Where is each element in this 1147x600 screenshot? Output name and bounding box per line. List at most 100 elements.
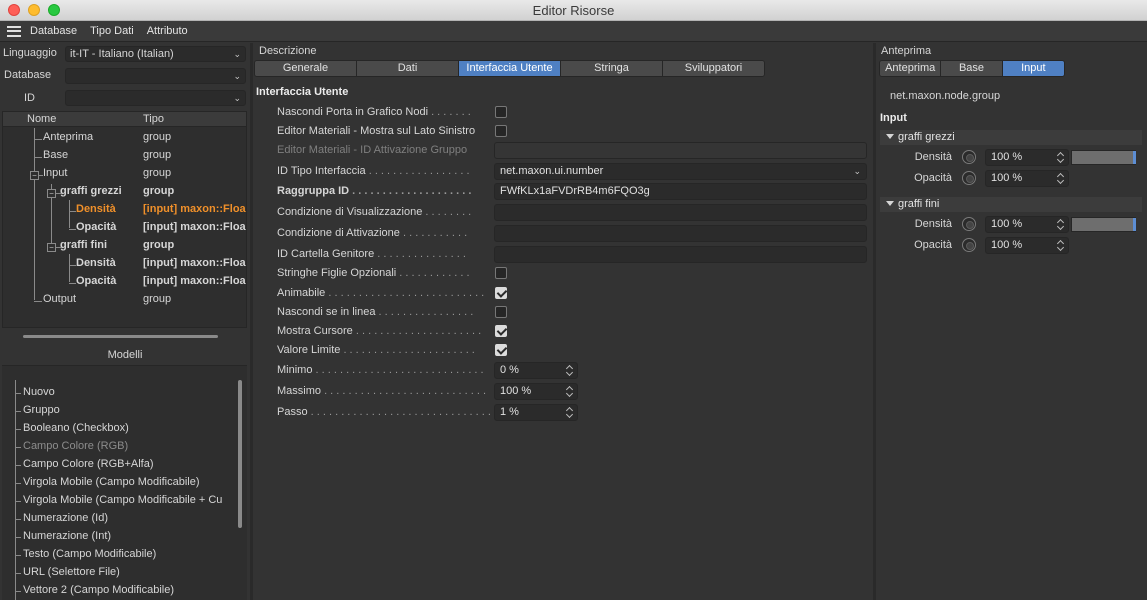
activation-condition-field[interactable] (494, 225, 867, 242)
animatable-checkbox[interactable] (495, 287, 507, 299)
stepper-icon[interactable] (1058, 151, 1065, 164)
slider-knob[interactable] (1133, 218, 1136, 231)
model-item[interactable]: Numerazione (Id) (23, 512, 108, 524)
tab-base[interactable]: Base (941, 61, 1003, 76)
tree-line (15, 380, 16, 600)
tree-line (15, 591, 21, 592)
window-title-bar: Editor Risorse (0, 0, 1147, 21)
tree-row-base[interactable]: Base group (3, 147, 246, 165)
hide-port-checkbox[interactable] (495, 106, 507, 118)
model-item[interactable]: Campo Colore (RGB+Alfa) (23, 458, 154, 470)
tree-row-graffi-grezzi[interactable]: graffi grezzi group (3, 183, 246, 201)
parent-folder-id-field[interactable] (494, 246, 867, 263)
prop-row: Massimo . . . . . . . . . . . . . . . . … (277, 383, 867, 400)
keyframe-toggle-icon[interactable] (962, 150, 976, 164)
show-left-side-checkbox[interactable] (495, 125, 507, 137)
density-field[interactable]: 100 % (985, 216, 1069, 233)
scrollbar-thumb[interactable] (238, 380, 242, 528)
tree-line (15, 465, 21, 466)
tab-dati[interactable]: Dati (357, 61, 459, 76)
slider-fill (1072, 218, 1135, 231)
menu-tipo-dati[interactable]: Tipo Dati (90, 25, 134, 37)
id-select[interactable]: ⌄ (65, 90, 246, 106)
tab-anteprima[interactable]: Anteprima (880, 61, 942, 76)
group-header-graffi-grezzi[interactable]: graffi grezzi (880, 130, 1142, 145)
section-title: Interfaccia Utente (256, 86, 349, 98)
column-header-name[interactable]: Nome (27, 113, 56, 125)
keyframe-toggle-icon[interactable] (962, 238, 976, 252)
group-header-graffi-fini[interactable]: graffi fini (880, 197, 1142, 212)
tab-generale[interactable]: Generale (255, 61, 357, 76)
stepper-icon[interactable] (567, 406, 574, 419)
model-item[interactable]: Booleano (Checkbox) (23, 422, 129, 434)
tab-interfaccia-utente[interactable]: Interfaccia Utente (459, 61, 561, 76)
model-item[interactable]: Vettore 2 (Campo Modificabile) (23, 584, 174, 596)
model-item[interactable]: Numerazione (Int) (23, 530, 111, 542)
visibility-condition-field[interactable] (494, 204, 867, 221)
model-item[interactable]: Campo Colore (RGB) (23, 440, 128, 452)
tree-row-output[interactable]: Output group (3, 291, 246, 309)
maximum-field[interactable]: 100 % (494, 383, 578, 400)
tree-row-opacita[interactable]: Opacità [input] maxon::Floa (3, 219, 246, 237)
tree-line (15, 447, 21, 448)
resource-browser-panel: Linguaggio it-IT - Italiano (Italian) ⌄ D… (0, 43, 250, 600)
tab-stringa[interactable]: Stringa (561, 61, 663, 76)
group-id-field[interactable]: FWfKLx1aFVDrRB4m6FQO3g (494, 183, 867, 200)
language-select[interactable]: it-IT - Italiano (Italian) ⌄ (65, 46, 246, 62)
slider-knob[interactable] (1133, 151, 1136, 164)
hamburger-menu-icon[interactable] (7, 25, 21, 37)
optional-child-strings-checkbox[interactable] (495, 267, 507, 279)
database-select[interactable]: ⌄ (65, 68, 246, 84)
model-item[interactable]: Testo (Campo Modificabile) (23, 548, 156, 560)
opacity-field[interactable]: 100 % (985, 237, 1069, 254)
tree-row-anteprima[interactable]: Anteprima group (3, 129, 246, 147)
scrollbar-thumb[interactable] (23, 335, 218, 338)
model-item[interactable]: Virgola Mobile (Campo Modificabile) (23, 476, 199, 488)
activation-group-id-field[interactable] (494, 142, 867, 159)
stepper-icon[interactable] (567, 385, 574, 398)
tree-row-densita-selected[interactable]: Densità [input] maxon::Floa (3, 201, 246, 219)
step-field[interactable]: 1 % (494, 404, 578, 421)
param-row: Densità 100 % (880, 216, 1142, 233)
stepper-icon[interactable] (567, 364, 574, 377)
interface-type-select[interactable]: net.maxon.ui.number ⌄ (494, 163, 867, 180)
prop-row: Stringhe Figlie Opzionali . . . . . . . … (277, 265, 867, 282)
stepper-icon[interactable] (1058, 218, 1065, 231)
stepper-icon[interactable] (1058, 172, 1065, 185)
tab-input[interactable]: Input (1002, 61, 1064, 76)
keyframe-toggle-icon[interactable] (962, 217, 976, 231)
tree-row-densita[interactable]: Densità [input] maxon::Floa (3, 255, 246, 273)
triangle-down-icon (886, 201, 894, 206)
tree-line (15, 393, 21, 394)
density-slider[interactable] (1071, 150, 1136, 165)
preview-panel: Anteprima Anteprima Base Input net.maxon… (876, 43, 1147, 600)
input-section-title: Input (880, 112, 907, 124)
prop-row: Nascondi se in linea . . . . . . . . . .… (277, 304, 867, 321)
tree-line (15, 429, 21, 430)
menu-attributo[interactable]: Attributo (147, 25, 188, 37)
keyframe-toggle-icon[interactable] (962, 171, 976, 185)
model-item[interactable]: URL (Selettore File) (23, 566, 120, 578)
tree-horizontal-scrollbar[interactable] (13, 334, 238, 339)
density-slider[interactable] (1071, 217, 1136, 232)
tree-row-graffi-fini[interactable]: graffi fini group (3, 237, 246, 255)
window-title: Editor Risorse (532, 3, 615, 18)
stepper-icon[interactable] (1058, 239, 1065, 252)
hide-inline-checkbox[interactable] (495, 306, 507, 318)
model-item[interactable]: Virgola Mobile (Campo Modificabile + Cu (23, 494, 222, 506)
models-vertical-scrollbar[interactable] (237, 370, 243, 598)
minimum-field[interactable]: 0 % (494, 362, 578, 379)
model-item[interactable]: Nuovo (23, 386, 55, 398)
model-item[interactable]: Gruppo (23, 404, 60, 416)
description-panel: Descrizione Generale Dati Interfaccia Ut… (253, 43, 873, 600)
tree-row-opacita[interactable]: Opacità [input] maxon::Floa (3, 273, 246, 291)
tab-sviluppatori[interactable]: Sviluppatori (663, 61, 764, 76)
limit-value-checkbox[interactable] (495, 344, 507, 356)
menu-database[interactable]: Database (30, 25, 77, 37)
column-header-type[interactable]: Tipo (143, 113, 164, 125)
density-field[interactable]: 100 % (985, 149, 1069, 166)
tree-line (15, 501, 21, 502)
tree-row-input[interactable]: Input group (3, 165, 246, 183)
opacity-field[interactable]: 100 % (985, 170, 1069, 187)
show-slider-checkbox[interactable] (495, 325, 507, 337)
